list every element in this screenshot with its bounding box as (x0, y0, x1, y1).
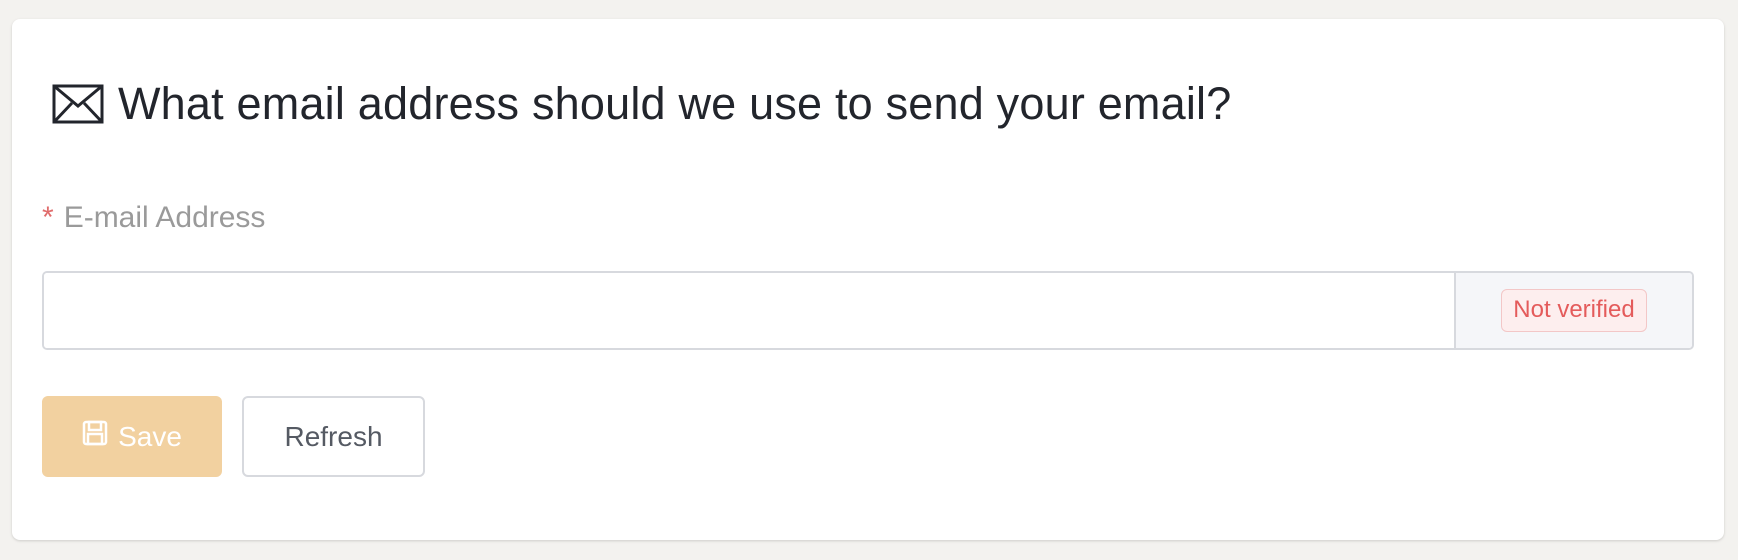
page-title: What email address should we use to send… (52, 81, 1231, 126)
save-button[interactable]: Save (42, 396, 222, 477)
refresh-button-label: Refresh (284, 420, 383, 452)
floppy-disk-icon (82, 420, 108, 453)
status-badge: Not verified (1501, 289, 1647, 332)
refresh-button[interactable]: Refresh (242, 396, 425, 477)
required-marker: * (42, 201, 54, 234)
verification-addon: Not verified (1454, 273, 1692, 348)
page-title-text: What email address should we use to send… (118, 78, 1232, 129)
save-button-label: Save (118, 420, 182, 452)
envelope-icon (52, 84, 104, 124)
email-field[interactable] (44, 273, 1454, 348)
email-field-label-text: E-mail Address (63, 201, 266, 234)
email-input-group: Not verified (42, 271, 1694, 350)
email-settings-card: What email address should we use to send… (12, 19, 1724, 540)
email-field-label: * E-mail Address (42, 201, 265, 235)
